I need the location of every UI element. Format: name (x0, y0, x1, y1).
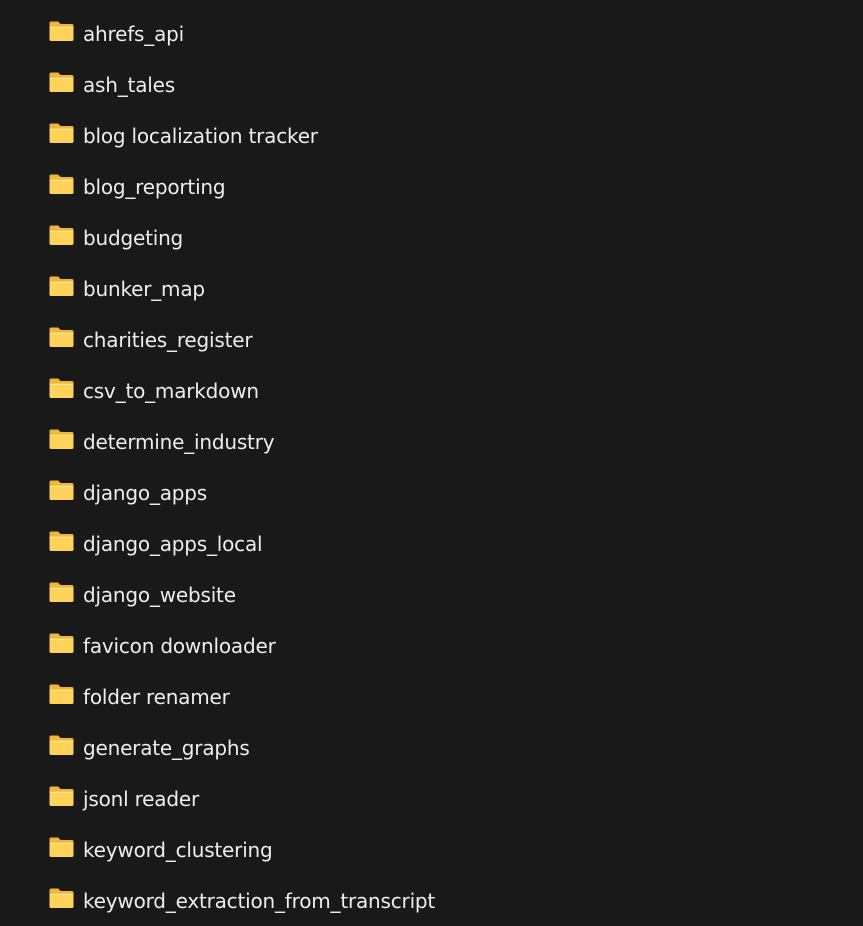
folder-item[interactable]: blog localization tracker (0, 110, 863, 161)
folder-name: ash_tales (83, 72, 175, 97)
folder-icon (48, 683, 75, 705)
folder-icon (48, 632, 75, 654)
folder-name: blog_reporting (83, 174, 226, 199)
folder-name: keyword_extraction_from_transcript (83, 888, 436, 913)
folder-icon (48, 581, 75, 603)
folder-item[interactable]: charities_register (0, 314, 863, 365)
folder-item[interactable]: favicon downloader (0, 620, 863, 671)
folder-item[interactable]: keyword_extraction_from_transcript (0, 875, 863, 926)
folder-name: django_website (83, 582, 236, 607)
folder-name: favicon downloader (83, 633, 276, 658)
folder-icon (48, 71, 75, 93)
folder-name: folder renamer (83, 684, 230, 709)
folder-icon (48, 326, 75, 348)
folder-item[interactable]: keyword_clustering (0, 824, 863, 875)
folder-item[interactable]: django_apps_local (0, 518, 863, 569)
folder-item[interactable]: folder renamer (0, 671, 863, 722)
folder-item[interactable]: jsonl reader (0, 773, 863, 824)
folder-icon (48, 530, 75, 552)
folder-item[interactable]: ash_tales (0, 59, 863, 110)
folder-icon (48, 836, 75, 858)
folder-icon (48, 224, 75, 246)
folder-icon (48, 122, 75, 144)
folder-icon (48, 173, 75, 195)
folder-item[interactable]: budgeting (0, 212, 863, 263)
folder-name: generate_graphs (83, 735, 250, 760)
folder-item[interactable]: django_apps (0, 467, 863, 518)
folder-item[interactable]: bunker_map (0, 263, 863, 314)
folder-icon (48, 377, 75, 399)
folder-list: ahrefs_api ash_tales blog localization t… (0, 8, 863, 926)
folder-item[interactable]: ahrefs_api (0, 8, 863, 59)
folder-name: ahrefs_api (83, 21, 184, 46)
folder-item[interactable]: csv_to_markdown (0, 365, 863, 416)
folder-item[interactable]: blog_reporting (0, 161, 863, 212)
folder-icon (48, 479, 75, 501)
folder-name: jsonl reader (83, 786, 199, 811)
folder-icon (48, 887, 75, 909)
folder-name: keyword_clustering (83, 837, 273, 862)
folder-icon (48, 785, 75, 807)
folder-name: django_apps_local (83, 531, 263, 556)
folder-name: determine_industry (83, 429, 275, 454)
folder-icon (48, 275, 75, 297)
folder-name: bunker_map (83, 276, 205, 301)
folder-name: django_apps (83, 480, 207, 505)
folder-item[interactable]: generate_graphs (0, 722, 863, 773)
folder-name: charities_register (83, 327, 253, 352)
folder-item[interactable]: django_website (0, 569, 863, 620)
folder-name: csv_to_markdown (83, 378, 259, 403)
folder-item[interactable]: determine_industry (0, 416, 863, 467)
folder-icon (48, 428, 75, 450)
folder-name: budgeting (83, 225, 184, 250)
folder-icon (48, 20, 75, 42)
folder-icon (48, 734, 75, 756)
folder-name: blog localization tracker (83, 123, 318, 148)
